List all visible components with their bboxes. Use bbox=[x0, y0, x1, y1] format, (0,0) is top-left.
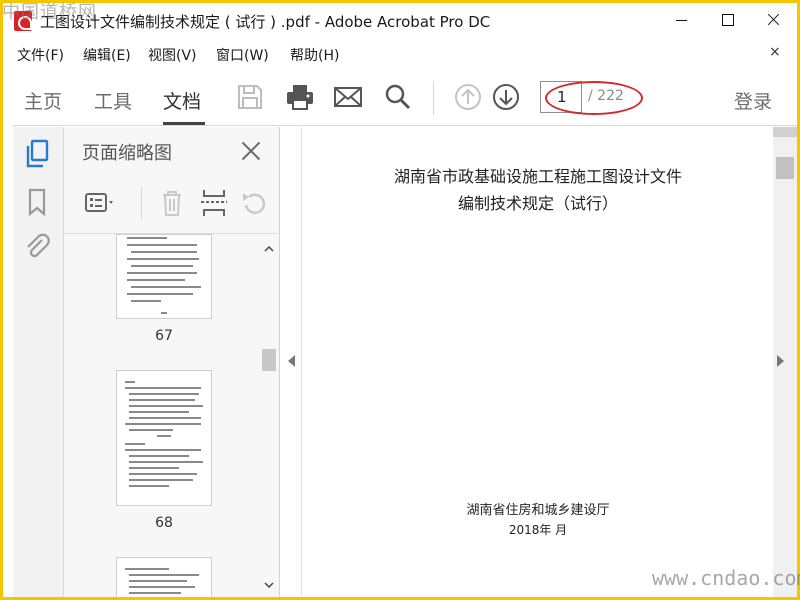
search-icon[interactable] bbox=[383, 82, 413, 112]
thumbnail-list: 67 68 bbox=[64, 234, 258, 597]
email-icon[interactable] bbox=[333, 82, 363, 112]
menu-view[interactable]: 视图(V) bbox=[148, 45, 197, 65]
page-thumbnails-icon[interactable] bbox=[23, 139, 51, 169]
menu-file[interactable]: 文件(F) bbox=[17, 45, 64, 65]
bookmark-icon[interactable] bbox=[23, 187, 51, 217]
extract-icon[interactable] bbox=[196, 187, 232, 219]
thumbnail-scrollbar-thumb[interactable] bbox=[262, 349, 276, 371]
attachment-icon[interactable] bbox=[23, 231, 51, 261]
document-page: 湖南省市政基础设施工程施工图设计文件 编制技术规定（试行） 湖南省住房和城乡建设… bbox=[301, 127, 773, 597]
panel-title: 页面缩略图 bbox=[82, 143, 172, 164]
scroll-up-arrow-icon[interactable] bbox=[264, 244, 274, 254]
thumbnail-page[interactable] bbox=[116, 370, 212, 506]
thumbnail-page-number: 67 bbox=[155, 328, 173, 344]
document-organization: 湖南省住房和城乡建设厅 bbox=[466, 503, 610, 518]
tab-tools[interactable]: 工具 bbox=[94, 87, 132, 114]
page-total: / 222 bbox=[588, 88, 624, 104]
tab-document[interactable]: 文档 bbox=[163, 87, 201, 114]
print-icon[interactable] bbox=[285, 82, 315, 112]
panel-toolbar-separator bbox=[141, 187, 142, 219]
page-down-icon[interactable] bbox=[491, 82, 521, 112]
menu-edit[interactable]: 编辑(E) bbox=[83, 45, 131, 65]
thumbnail-scrollbar[interactable] bbox=[260, 234, 278, 597]
minimize-button[interactable] bbox=[659, 3, 703, 37]
thumbnail-page-number: 68 bbox=[155, 515, 173, 531]
active-tab-indicator bbox=[163, 122, 205, 125]
menu-help[interactable]: 帮助(H) bbox=[290, 45, 339, 65]
rotate-icon[interactable] bbox=[236, 187, 272, 219]
page-up-icon[interactable] bbox=[453, 82, 483, 112]
delete-icon[interactable] bbox=[154, 187, 190, 219]
save-icon[interactable] bbox=[235, 82, 265, 112]
thumbnail-page[interactable] bbox=[116, 234, 212, 319]
close-document-button[interactable]: × bbox=[769, 44, 781, 60]
document-scrollbar-thumb[interactable] bbox=[776, 157, 794, 179]
menu-window[interactable]: 窗口(W) bbox=[216, 45, 269, 65]
left-navigation-rail bbox=[13, 127, 64, 597]
document-scroll-up-arrow[interactable] bbox=[773, 127, 797, 137]
document-date: 2018年 月 bbox=[508, 523, 568, 537]
page-number-input[interactable]: 1 bbox=[540, 81, 582, 113]
main-toolbar: 主页 工具 文档 1 / 222 登录 bbox=[13, 69, 797, 126]
maximize-button[interactable] bbox=[705, 3, 749, 37]
menu-bar: 文件(F) 编辑(E) 视图(V) 窗口(W) 帮助(H) × bbox=[3, 40, 797, 68]
window-title: 工图设计文件编制技术规定 ( 试行 ) .pdf - Adobe Acrobat… bbox=[40, 13, 491, 31]
scroll-down-arrow-icon[interactable] bbox=[264, 580, 274, 590]
document-title-line2: 编制技术规定（试行） bbox=[457, 194, 618, 213]
login-button[interactable]: 登录 bbox=[734, 87, 772, 114]
options-menu-icon[interactable] bbox=[82, 187, 118, 219]
toolbar-separator bbox=[433, 81, 434, 115]
close-panel-icon[interactable] bbox=[239, 139, 263, 163]
acrobat-window: 工图设计文件编制技术规定 ( 试行 ) .pdf - Adobe Acrobat… bbox=[3, 3, 797, 597]
thumbnail-page[interactable] bbox=[116, 557, 212, 597]
close-window-button[interactable] bbox=[751, 3, 795, 37]
acrobat-app-icon bbox=[14, 11, 32, 31]
title-bar: 工图设计文件编制技术规定 ( 试行 ) .pdf - Adobe Acrobat… bbox=[3, 3, 797, 39]
tab-home[interactable]: 主页 bbox=[24, 87, 62, 114]
thumbnails-panel: 页面缩略图 67 68 bbox=[64, 127, 280, 597]
expand-right-panel-icon[interactable] bbox=[777, 355, 784, 367]
collapse-left-panel-icon[interactable] bbox=[288, 355, 295, 367]
document-title-line1: 湖南省市政基础设施工程施工图设计文件 bbox=[393, 167, 682, 186]
